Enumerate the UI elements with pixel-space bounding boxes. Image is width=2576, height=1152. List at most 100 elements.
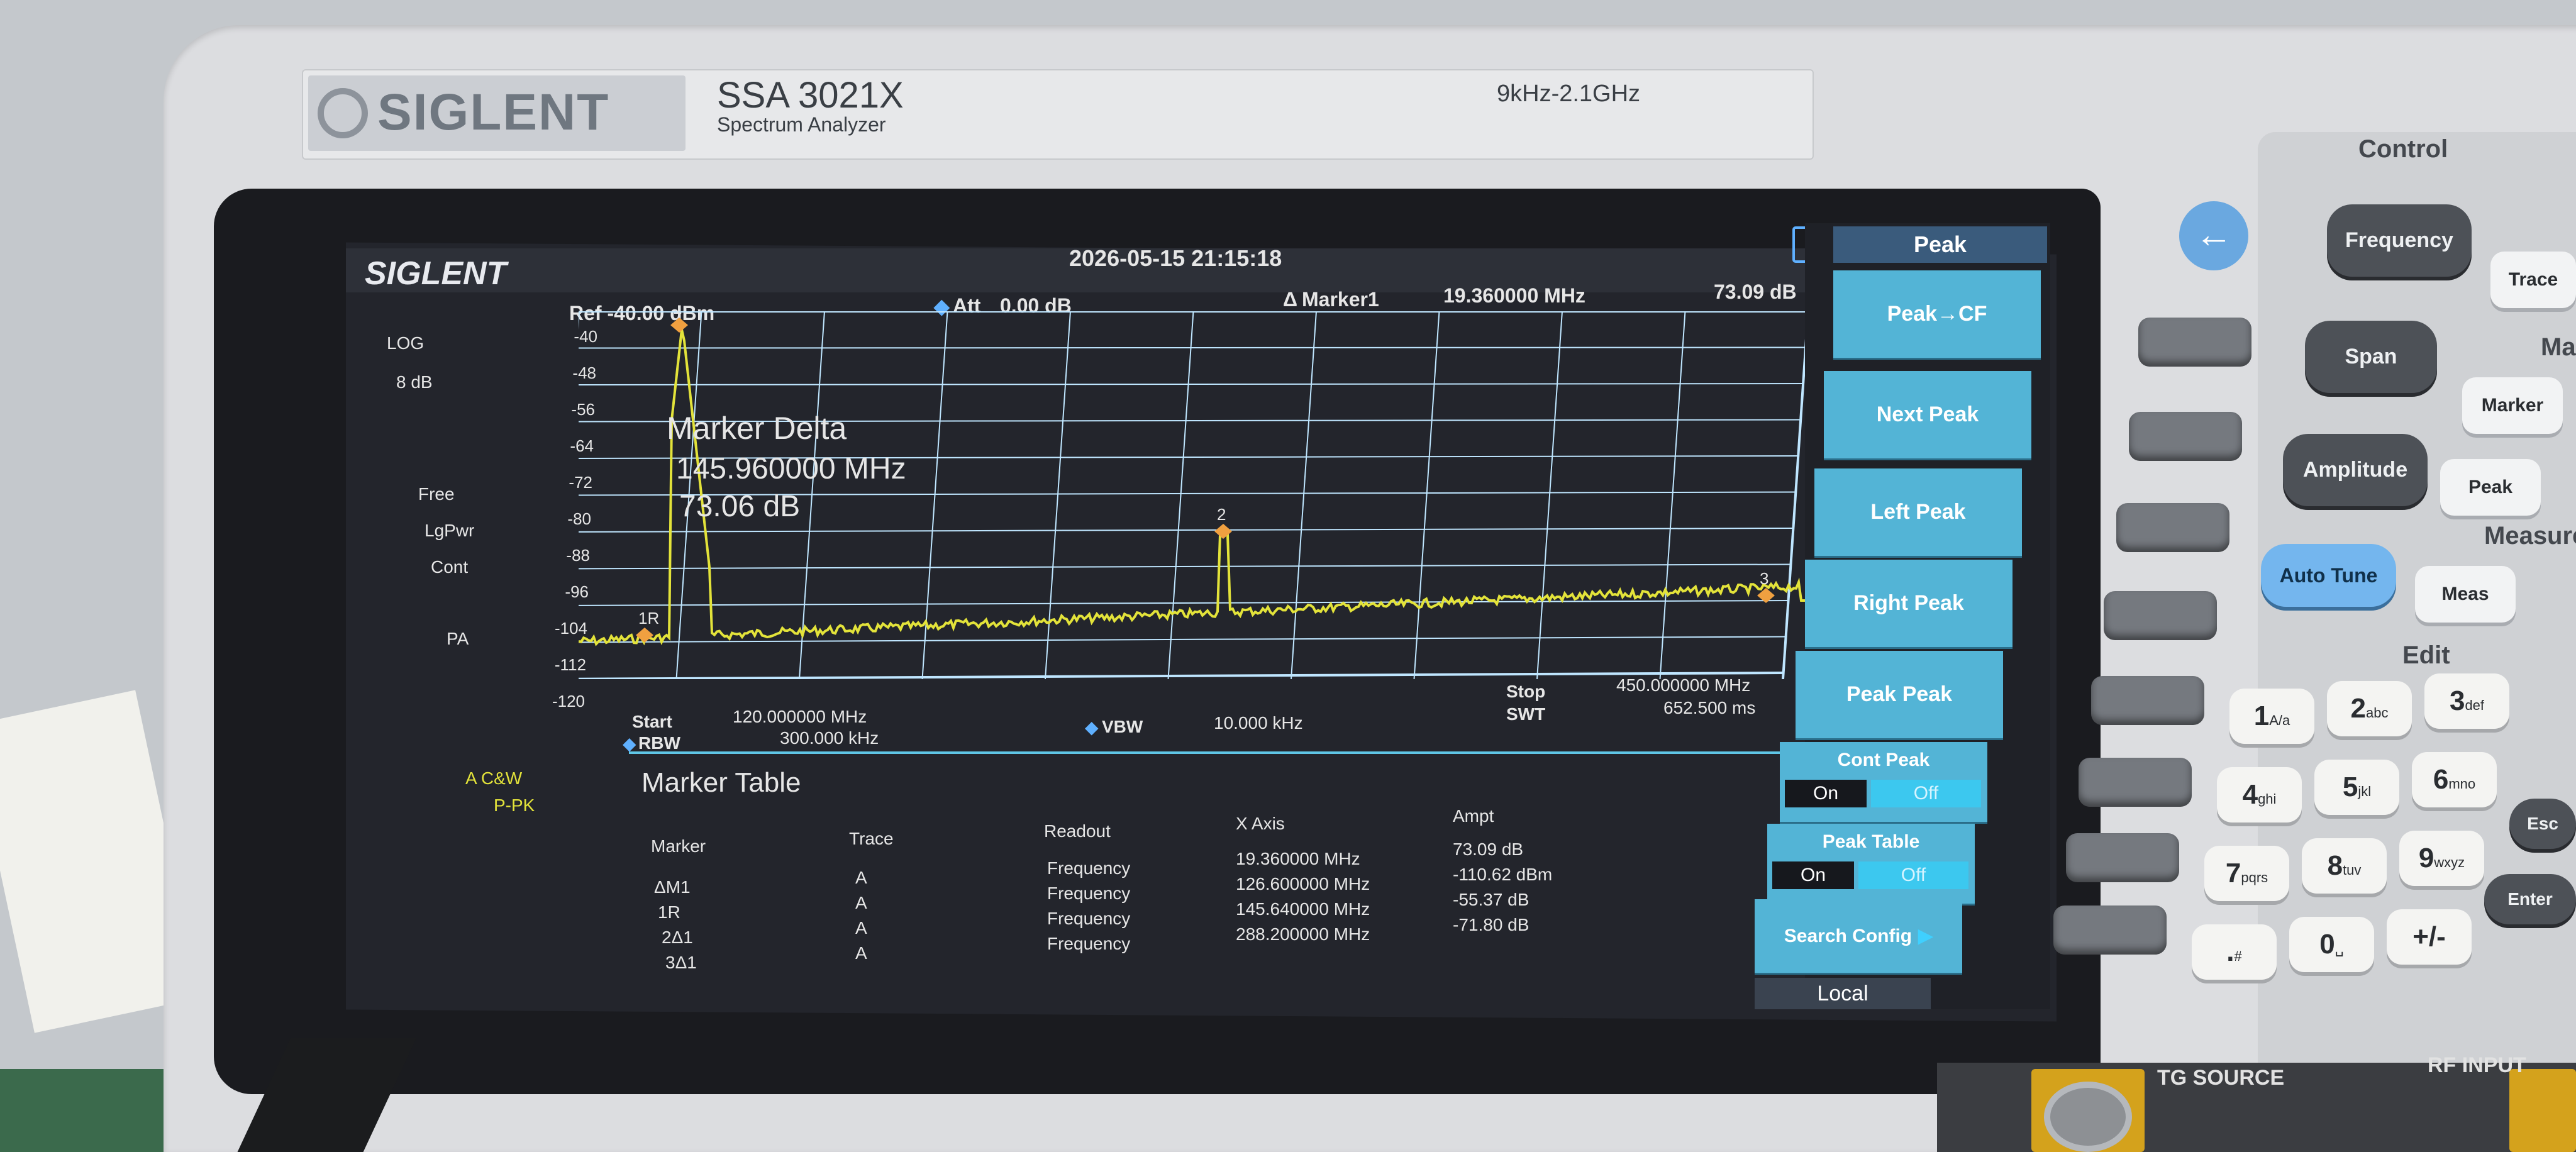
- trace-key[interactable]: Trace: [2490, 252, 2576, 308]
- numpad-key-sub: jkl: [2358, 784, 2372, 799]
- esc-key[interactable]: Esc: [2509, 799, 2576, 849]
- search-config-label: Search Config: [1784, 925, 1913, 946]
- grid-horizontal-line: [579, 563, 1791, 570]
- marker-section-label: Mark: [2541, 333, 2576, 361]
- enter-key[interactable]: Enter: [2484, 874, 2576, 924]
- numpad-key-main: 8: [2327, 850, 2343, 881]
- peak-to-cf-softkey[interactable]: Peak→CF: [1833, 270, 2041, 360]
- grid-vertical-line: [1782, 311, 1808, 679]
- mt-cell-ampt: 73.09 dB: [1453, 839, 1524, 859]
- mt-cell-trace: A: [855, 943, 867, 963]
- grid-vertical-line: [1291, 311, 1317, 679]
- peak-table-off[interactable]: Off: [1858, 861, 1968, 889]
- numpad-key-sub: ghi: [2258, 791, 2277, 807]
- numpad-key-main: 5: [2342, 772, 2358, 802]
- tg-source-connector: [2044, 1082, 2132, 1152]
- softkey-hw-button-7[interactable]: [2066, 833, 2179, 882]
- measure-section-label: Measure: [2484, 522, 2576, 550]
- mt-cell-x: 126.600000 MHz: [1236, 874, 1370, 894]
- peak-peak-softkey[interactable]: Peak Peak: [1796, 651, 2003, 740]
- numpad-key[interactable]: 3def: [2424, 673, 2509, 729]
- peak-key[interactable]: Peak: [2440, 459, 2541, 516]
- grid-horizontal-line: [579, 600, 1789, 606]
- rbw-value: 300.000 kHz: [780, 728, 879, 748]
- mt-cell-marker: 1R: [658, 902, 680, 922]
- softkey-hw-button-4[interactable]: [2104, 591, 2217, 640]
- marker1-label: Marker1: [1302, 288, 1379, 311]
- mt-cell-marker: 2Δ1: [662, 928, 693, 947]
- numpad-key[interactable]: .#: [2192, 924, 2277, 980]
- mt-cell-trace: A: [855, 868, 867, 887]
- numpad-key[interactable]: 4ghi: [2217, 767, 2302, 822]
- marker-table-title: Marker Table: [641, 767, 801, 798]
- meas-key[interactable]: Meas: [2415, 566, 2516, 623]
- cont-peak-on[interactable]: On: [1785, 780, 1867, 807]
- stop-label: Stop: [1506, 682, 1546, 701]
- model-subtitle: Spectrum Analyzer: [717, 113, 886, 136]
- mt-header-ampt: Ampt: [1453, 806, 1494, 826]
- delta-icon: Δ: [1283, 288, 1297, 311]
- peak-table-on[interactable]: On: [1772, 861, 1854, 889]
- numpad-key-main: 0: [2319, 929, 2335, 960]
- numpad-key[interactable]: 7pqrs: [2204, 846, 2289, 901]
- left-peak-softkey[interactable]: Left Peak: [1814, 468, 2022, 558]
- mt-header-xaxis: X Axis: [1236, 814, 1285, 833]
- numpad-key[interactable]: 9wxyz: [2399, 831, 2484, 886]
- mt-cell-x: 145.640000 MHz: [1236, 899, 1370, 919]
- numpad-key[interactable]: 5jkl: [2314, 760, 2399, 815]
- numpad-key-sub: mno: [2448, 776, 2476, 792]
- numpad-key-sub: tuv: [2343, 862, 2362, 878]
- edit-section-label: Edit: [2402, 641, 2450, 669]
- rf-input-label: RF INPUT: [2428, 1053, 2526, 1077]
- status-lgpwr: LgPwr: [425, 521, 475, 540]
- softkey-hw-button-1[interactable]: [2138, 318, 2251, 367]
- numpad-key-main: 3: [2449, 685, 2465, 716]
- numpad-key[interactable]: 0␣: [2289, 917, 2374, 972]
- mt-cell-marker: ΔM1: [654, 877, 691, 897]
- cont-peak-off[interactable]: Off: [1871, 780, 1981, 807]
- search-config-softkey[interactable]: Search Config ▶: [1755, 899, 1962, 975]
- numpad-key-sub: pqrs: [2241, 870, 2268, 885]
- next-peak-softkey[interactable]: Next Peak: [1824, 371, 2031, 460]
- marker1-amplitude: 73.09 dB: [1714, 280, 1797, 303]
- right-peak-softkey[interactable]: Right Peak: [1805, 560, 2012, 649]
- datetime: 2026-05-15 21:15:18: [1069, 245, 1282, 271]
- softkey-hw-button-2[interactable]: [2129, 412, 2242, 461]
- vbw-value: 10.000 kHz: [1214, 713, 1303, 733]
- numpad-key[interactable]: 8tuv: [2302, 838, 2387, 894]
- softkey-hw-button-6[interactable]: [2079, 758, 2192, 807]
- numpad-key-main: 4: [2242, 779, 2258, 810]
- peak-table-softkey[interactable]: Peak Table On Off: [1767, 824, 1975, 906]
- amplitude-key[interactable]: Amplitude: [2283, 434, 2428, 506]
- numpad-key-main: 9: [2418, 843, 2434, 873]
- marker-diamond: [670, 318, 688, 333]
- sweep-time: 652.500 ms: [1663, 698, 1756, 717]
- numpad-key-main: .: [2226, 936, 2235, 967]
- frequency-key[interactable]: Frequency: [2327, 204, 2472, 277]
- back-arrow-button[interactable]: ←: [2179, 201, 2248, 270]
- numpad-key[interactable]: 1A/a: [2229, 689, 2314, 744]
- grid-horizontal-line: [579, 636, 1786, 643]
- numpad-key-main: +/-: [2412, 921, 2446, 952]
- control-section-label: Control: [2358, 135, 2448, 163]
- numpad-key[interactable]: +/-: [2387, 909, 2472, 965]
- marker-key[interactable]: Marker: [2462, 377, 2563, 434]
- marker-number-label: 1: [673, 311, 682, 318]
- softkey-hw-button-3[interactable]: [2116, 503, 2229, 552]
- softkey-hw-button-8[interactable]: [2053, 906, 2167, 955]
- softkey-menu-title: Peak: [1833, 226, 2047, 263]
- mt-cell-x: 19.360000 MHz: [1236, 849, 1360, 868]
- grid-horizontal-line: [579, 528, 1794, 533]
- numpad-key[interactable]: 6mno: [2412, 752, 2497, 807]
- softkey-hw-button-5[interactable]: [2091, 676, 2204, 725]
- lcd-logo: SIGLENT: [365, 255, 507, 292]
- span-key[interactable]: Span: [2305, 321, 2437, 393]
- brand-logo: SIGLENT: [377, 84, 610, 141]
- status-cont: Cont: [431, 557, 469, 577]
- rf-input-plate: [2509, 1069, 2576, 1152]
- cont-peak-softkey[interactable]: Cont Peak On Off: [1780, 742, 1987, 824]
- auto-tune-key[interactable]: Auto Tune: [2261, 544, 2396, 607]
- start-label: Start: [632, 712, 672, 731]
- mt-header-readout: Readout: [1044, 821, 1111, 841]
- numpad-key[interactable]: 2abc: [2327, 681, 2412, 736]
